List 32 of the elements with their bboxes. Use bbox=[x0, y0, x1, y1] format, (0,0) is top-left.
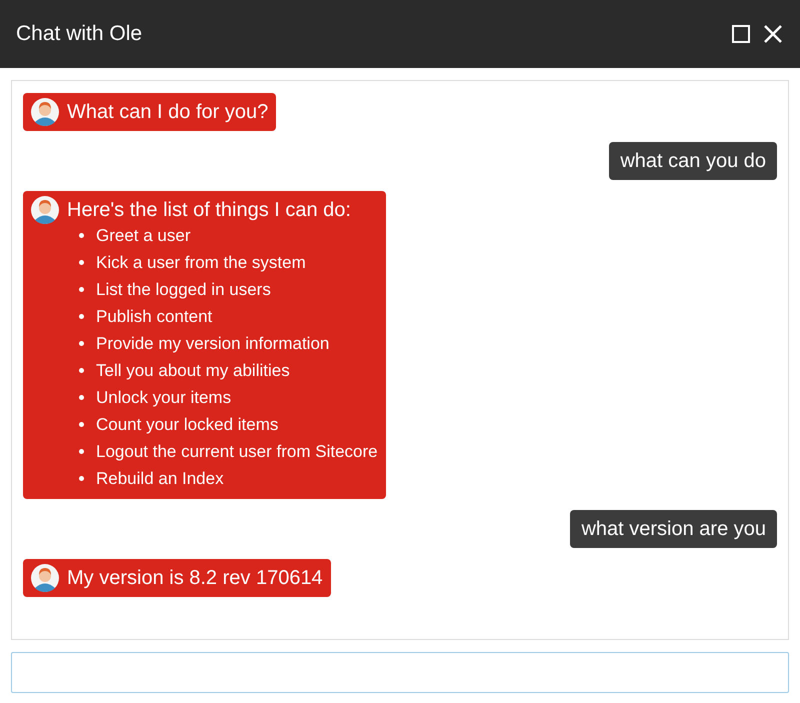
list-item-text: Provide my version information bbox=[96, 334, 330, 354]
bullet-icon bbox=[79, 314, 84, 319]
avatar-icon bbox=[31, 98, 59, 126]
list-item-text: Greet a user bbox=[96, 226, 190, 246]
bullet-icon bbox=[79, 233, 84, 238]
list-item-text: Rebuild an Index bbox=[96, 468, 224, 488]
list-item-text: Publish content bbox=[96, 306, 212, 326]
message-text: My version is 8.2 rev 170614 bbox=[67, 566, 323, 590]
list-item-text: Tell you about my abilities bbox=[96, 360, 290, 380]
list-item-text: Count your locked items bbox=[96, 414, 278, 434]
maximize-button[interactable] bbox=[730, 23, 752, 45]
list-item-text: Logout the current user from Sitecore bbox=[96, 442, 378, 462]
bullet-icon bbox=[79, 476, 84, 481]
avatar-icon bbox=[31, 564, 59, 592]
list-item-text: List the logged in users bbox=[96, 280, 271, 300]
message-text: Here's the list of things I can do: bbox=[67, 198, 352, 222]
bullet-icon bbox=[79, 368, 84, 373]
bullet-icon bbox=[79, 287, 84, 292]
window-title: Chat with Ole bbox=[16, 21, 144, 48]
bullet-icon bbox=[79, 449, 84, 454]
user-message-bubble: what can you do bbox=[609, 142, 777, 180]
bullet-icon bbox=[79, 395, 84, 400]
list-item-text: Kick a user from the system bbox=[96, 252, 306, 272]
bullet-icon bbox=[79, 260, 84, 265]
message-input[interactable] bbox=[11, 652, 789, 693]
user-message-bubble: what version are you bbox=[570, 510, 777, 548]
bullet-icon bbox=[79, 422, 84, 427]
avatar-icon bbox=[31, 196, 59, 224]
message-text: What can I do for you? bbox=[67, 100, 268, 124]
bullet-icon bbox=[79, 341, 84, 346]
list-item-text: Unlock your items bbox=[96, 388, 232, 408]
close-button[interactable] bbox=[762, 23, 784, 45]
